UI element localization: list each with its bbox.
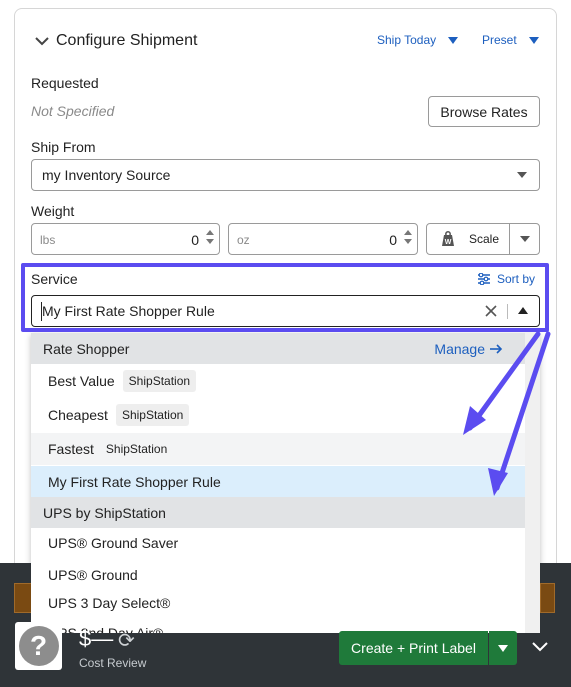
ship-from-select[interactable]: my Inventory Source	[31, 159, 540, 191]
dropdown-overflow: UPS® Ground Saver UPS® Ground UPS 3 Day …	[31, 563, 540, 633]
lbs-unit: lbs	[40, 233, 56, 247]
section-header[interactable]: Configure Shipment	[32, 29, 197, 53]
help-button[interactable]: ?	[15, 622, 62, 670]
lbs-input[interactable]: lbs 0	[31, 223, 220, 255]
item-tag: ShipStation	[122, 370, 197, 392]
list-item[interactable]: Cheapest ShipStation	[31, 399, 525, 431]
requested-value: Not Specified	[31, 103, 115, 119]
ship-from-label: Ship From	[31, 139, 96, 155]
list-item[interactable]: UPS 3 Day Select®	[31, 588, 525, 618]
item-tag: ShipStation	[105, 442, 168, 456]
lbs-value: 0	[191, 232, 199, 248]
list-item[interactable]: UPS® Ground	[31, 563, 525, 590]
create-options-dropdown[interactable]	[489, 631, 517, 665]
item-label: UPS® Ground Saver	[48, 535, 179, 551]
ship-today-dropdown[interactable]: Ship Today	[377, 33, 459, 47]
section-title: Configure Shipment	[56, 32, 198, 49]
chevron-down-icon[interactable]	[32, 31, 52, 51]
arrow-right-icon	[490, 343, 503, 354]
service-highlight-box	[21, 263, 549, 332]
refresh-icon[interactable]: ⟳	[118, 628, 135, 653]
ship-today-label: Ship Today	[377, 33, 437, 47]
group-rate-shopper: Rate Shopper Manage	[31, 333, 525, 364]
help-icon: ?	[18, 626, 59, 666]
requested-label: Requested	[31, 75, 99, 91]
oz-value: 0	[389, 232, 397, 248]
ship-from-value: my Inventory Source	[42, 167, 171, 183]
cost-value: $—	[79, 626, 114, 651]
scale-weight-icon: W	[442, 231, 454, 246]
item-label: Best Value	[48, 373, 115, 389]
notice-strip	[14, 583, 32, 613]
dropdown-scrollbar[interactable]	[525, 563, 540, 633]
caret-down-icon	[528, 36, 539, 44]
lbs-stepper[interactable]	[206, 230, 214, 250]
item-label: UPS 3 Day Select®	[48, 595, 171, 611]
oz-stepper[interactable]	[404, 230, 412, 250]
caret-down-icon	[517, 172, 527, 178]
scale-icon-letter: W	[445, 239, 452, 246]
item-label: UPS® Ground	[48, 567, 138, 583]
group-ups: UPS by ShipStation	[31, 497, 525, 528]
oz-input[interactable]: oz 0	[228, 223, 418, 255]
oz-unit: oz	[237, 233, 250, 247]
item-label: Cheapest	[48, 407, 108, 423]
item-tag: ShipStation	[115, 404, 190, 426]
manage-link[interactable]: Manage	[434, 341, 503, 357]
item-label: Fastest	[48, 441, 94, 457]
chevron-down-icon[interactable]	[531, 640, 549, 654]
create-print-label-button[interactable]: Create + Print Label	[339, 631, 488, 665]
scale-button[interactable]: W Scale	[426, 223, 510, 255]
list-item-selected[interactable]: My First Rate Shopper Rule	[31, 466, 525, 498]
list-item[interactable]: Best Value ShipStation	[31, 365, 525, 397]
scale-dropdown-button[interactable]	[509, 223, 540, 255]
preset-dropdown[interactable]: Preset	[482, 33, 539, 47]
manage-label: Manage	[434, 340, 485, 357]
group-label: UPS by ShipStation	[43, 504, 166, 521]
group-label: Rate Shopper	[43, 340, 130, 357]
notice-strip	[540, 583, 555, 613]
list-item[interactable]: Fastest ShipStation	[31, 433, 525, 465]
item-label: My First Rate Shopper Rule	[48, 474, 221, 490]
browse-rates-button[interactable]: Browse Rates	[428, 96, 540, 127]
shipment-panel: Configure Shipment Ship Today Preset Req…	[0, 0, 571, 687]
cost-review-label[interactable]: Cost Review	[79, 656, 146, 670]
caret-down-icon	[519, 236, 530, 242]
caret-down-icon	[448, 36, 459, 44]
list-item[interactable]: UPS® Ground Saver	[31, 528, 525, 558]
preset-label: Preset	[482, 33, 517, 47]
scale-label: Scale	[469, 232, 500, 246]
weight-label: Weight	[31, 203, 75, 219]
